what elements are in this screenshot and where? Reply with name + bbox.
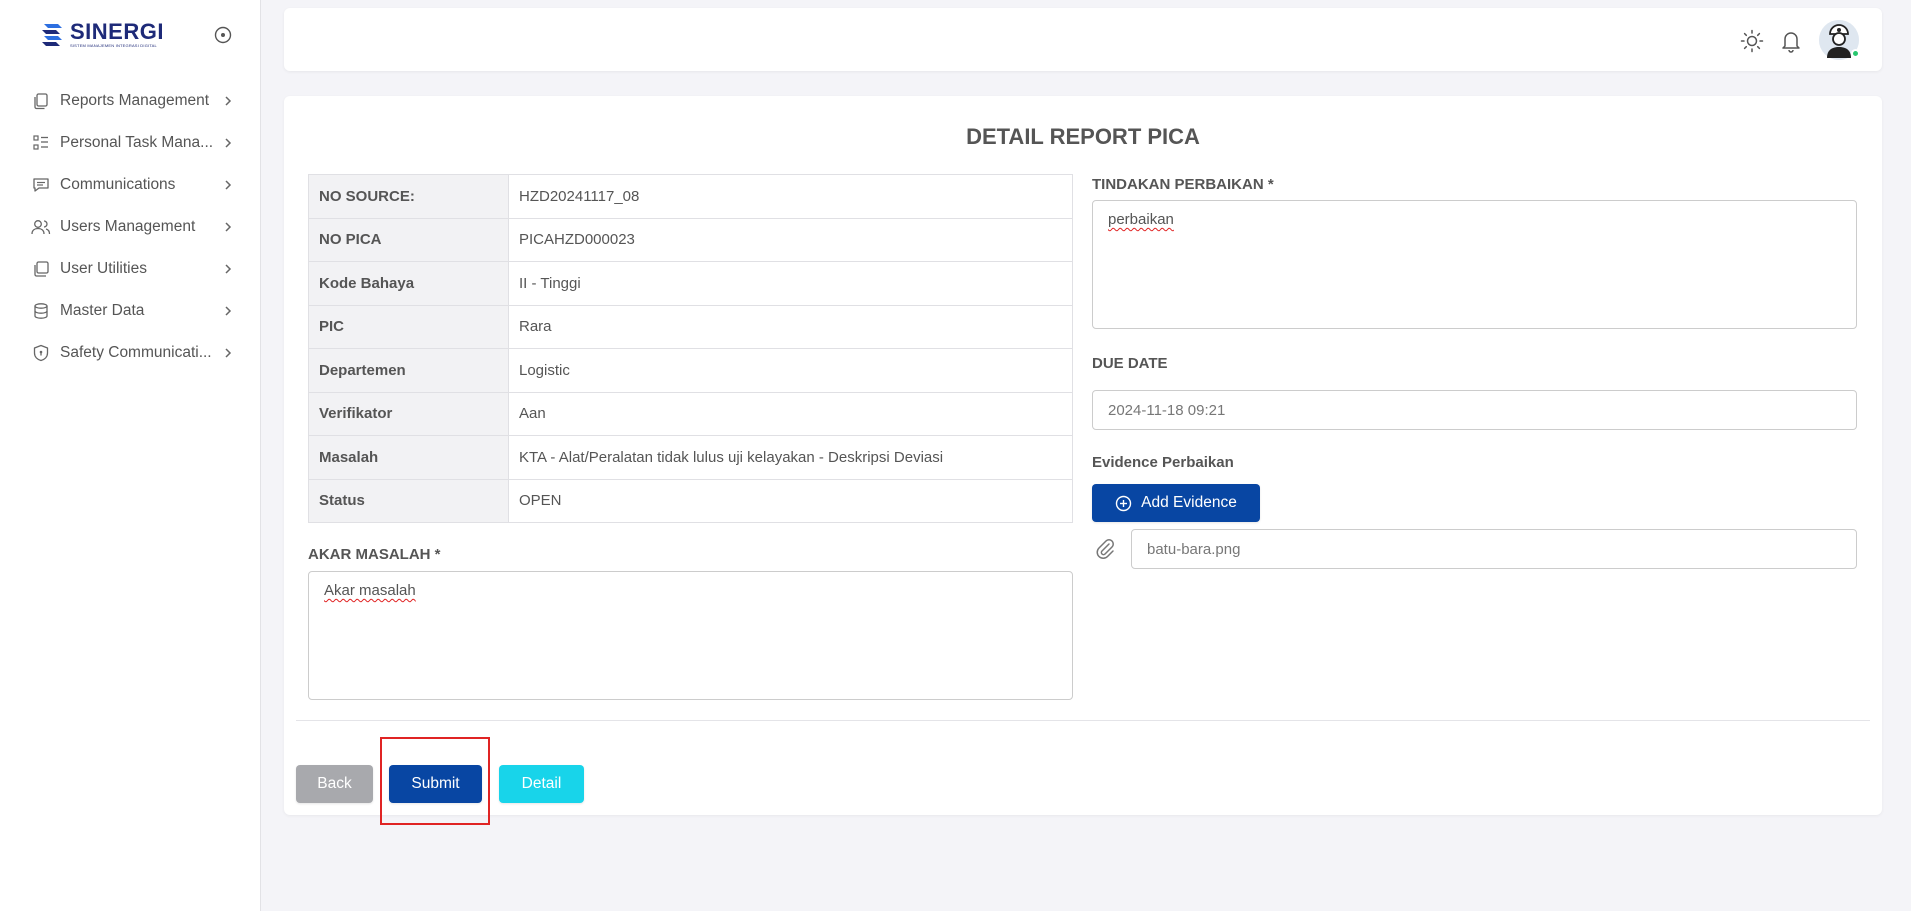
online-status-dot <box>1851 49 1860 58</box>
detail-button-label: Detail <box>521 775 562 792</box>
evidence-file-name: batu-bara.png <box>1147 540 1241 558</box>
detail-button[interactable]: Detail <box>499 765 584 803</box>
sidebar-item-user-utilities[interactable]: User Utilities <box>30 248 235 290</box>
page-title: DETAIL REPORT PICA <box>966 124 1200 149</box>
sidebar-item-safety-communication[interactable]: Safety Communicati... <box>30 332 235 374</box>
due-date-input[interactable]: 2024-11-18 09:21 <box>1092 390 1857 430</box>
chevron-right-icon <box>225 180 232 190</box>
back-button[interactable]: Back <box>296 765 373 803</box>
sinergi-logo-icon <box>42 24 62 46</box>
stack-icon <box>30 258 52 280</box>
sidebar-item-label: User Utilities <box>60 260 147 277</box>
detail-key: Departemen <box>308 348 509 393</box>
chevron-right-icon <box>225 96 232 106</box>
due-date-label: DUE DATE <box>1092 355 1168 372</box>
chevron-right-icon <box>225 138 232 148</box>
users-icon <box>30 216 52 238</box>
copy-icon <box>30 90 52 112</box>
table-row: Verifikator Aan <box>308 391 1073 436</box>
table-row: NO SOURCE: HZD20241117_08 <box>308 174 1073 219</box>
submit-highlight-box <box>380 737 490 825</box>
detail-value: Rara <box>508 304 1073 349</box>
add-evidence-button[interactable]: Add Evidence <box>1092 484 1260 522</box>
detail-key: Kode Bahaya <box>308 261 509 306</box>
shield-icon <box>30 342 52 364</box>
sidebar-nav: Reports Management Personal Task Mana...… <box>30 80 235 374</box>
bell-icon[interactable] <box>1778 28 1804 54</box>
evidence-perbaikan-label: Evidence Perbaikan <box>1092 454 1234 471</box>
sidebar-item-label: Communications <box>60 176 176 193</box>
tindakan-perbaikan-label: TINDAKAN PERBAIKAN * <box>1092 176 1274 193</box>
sidebar: SINERGI SISTEM MANAJEMEN INTEGRASI DIGIT… <box>0 0 261 911</box>
avatar[interactable] <box>1819 20 1860 60</box>
table-row: Status OPEN <box>308 478 1073 523</box>
detail-value: PICAHZD000023 <box>508 217 1073 262</box>
sun-icon[interactable] <box>1739 28 1765 54</box>
table-row: Masalah KTA - Alat/Peralatan tidak lulus … <box>308 435 1073 480</box>
brand-name: SINERGI <box>70 18 164 44</box>
due-date-value: 2024-11-18 09:21 <box>1108 401 1226 419</box>
table-row: PIC Rara <box>308 304 1073 349</box>
top-bar <box>284 8 1882 71</box>
sidebar-item-reports-management[interactable]: Reports Management <box>30 80 235 122</box>
divider <box>296 720 1870 721</box>
sidebar-item-label: Master Data <box>60 302 145 319</box>
list-check-icon <box>30 132 52 154</box>
detail-key: NO PICA <box>308 217 509 262</box>
sidebar-item-label: Reports Management <box>60 92 210 109</box>
detail-value: Logistic <box>508 348 1073 393</box>
detail-value: Aan <box>508 391 1073 436</box>
sidebar-item-personal-task-management[interactable]: Personal Task Mana... <box>30 122 235 164</box>
sidebar-item-label: Users Management <box>60 218 196 235</box>
akar-masalah-textarea[interactable]: Akar masalah <box>308 571 1073 700</box>
tindakan-perbaikan-value: perbaikan <box>1108 211 1174 228</box>
back-button-label: Back <box>317 775 352 792</box>
chevron-right-icon <box>225 222 232 232</box>
detail-value: KTA - Alat/Peralatan tidak lulus uji kel… <box>508 435 1073 480</box>
paperclip-icon <box>1096 539 1114 559</box>
chevron-right-icon <box>225 264 232 274</box>
akar-masalah-value: Akar masalah <box>324 582 416 599</box>
table-row: Kode Bahaya II - Tinggi <box>308 261 1073 306</box>
evidence-file-input[interactable]: batu-bara.png <box>1131 529 1857 569</box>
table-row: NO PICA PICAHZD000023 <box>308 217 1073 262</box>
sidebar-item-label: Safety Communicati... <box>60 344 212 361</box>
sidebar-toggle-icon[interactable] <box>214 26 232 44</box>
table-row: Departemen Logistic <box>308 348 1073 393</box>
detail-value: OPEN <box>508 478 1073 523</box>
report-detail-table: NO SOURCE: HZD20241117_08 NO PICA PICAHZD0… <box>308 174 1073 523</box>
detail-key: Verifikator <box>308 391 509 436</box>
plus-circle-icon <box>1115 495 1132 511</box>
detail-value: II - Tinggi <box>508 261 1073 306</box>
detail-key: Masalah <box>308 435 509 480</box>
detail-value: HZD20241117_08 <box>508 174 1073 219</box>
database-icon <box>30 300 52 322</box>
tindakan-perbaikan-textarea[interactable]: perbaikan <box>1092 200 1857 329</box>
sidebar-item-master-data[interactable]: Master Data <box>30 290 235 332</box>
brand-logo[interactable]: SINERGI SISTEM MANAJEMEN INTEGRASI DIGIT… <box>40 20 164 48</box>
detail-key: PIC <box>308 304 509 349</box>
akar-masalah-label: AKAR MASALAH * <box>308 546 441 563</box>
brand-subtitle: SISTEM MANAJEMEN INTEGRASI DIGITAL <box>70 42 157 48</box>
sidebar-item-communications[interactable]: Communications <box>30 164 235 206</box>
add-evidence-label: Add Evidence <box>1141 494 1237 511</box>
chevron-right-icon <box>225 348 232 358</box>
message-icon <box>30 174 52 196</box>
detail-key: NO SOURCE: <box>308 174 509 219</box>
sidebar-item-users-management[interactable]: Users Management <box>30 206 235 248</box>
chevron-right-icon <box>225 306 232 316</box>
detail-report-card: DETAIL REPORT PICA NO SOURCE: HZD20241117… <box>284 96 1882 815</box>
detail-key: Status <box>308 478 509 523</box>
sidebar-item-label: Personal Task Mana... <box>60 134 214 151</box>
